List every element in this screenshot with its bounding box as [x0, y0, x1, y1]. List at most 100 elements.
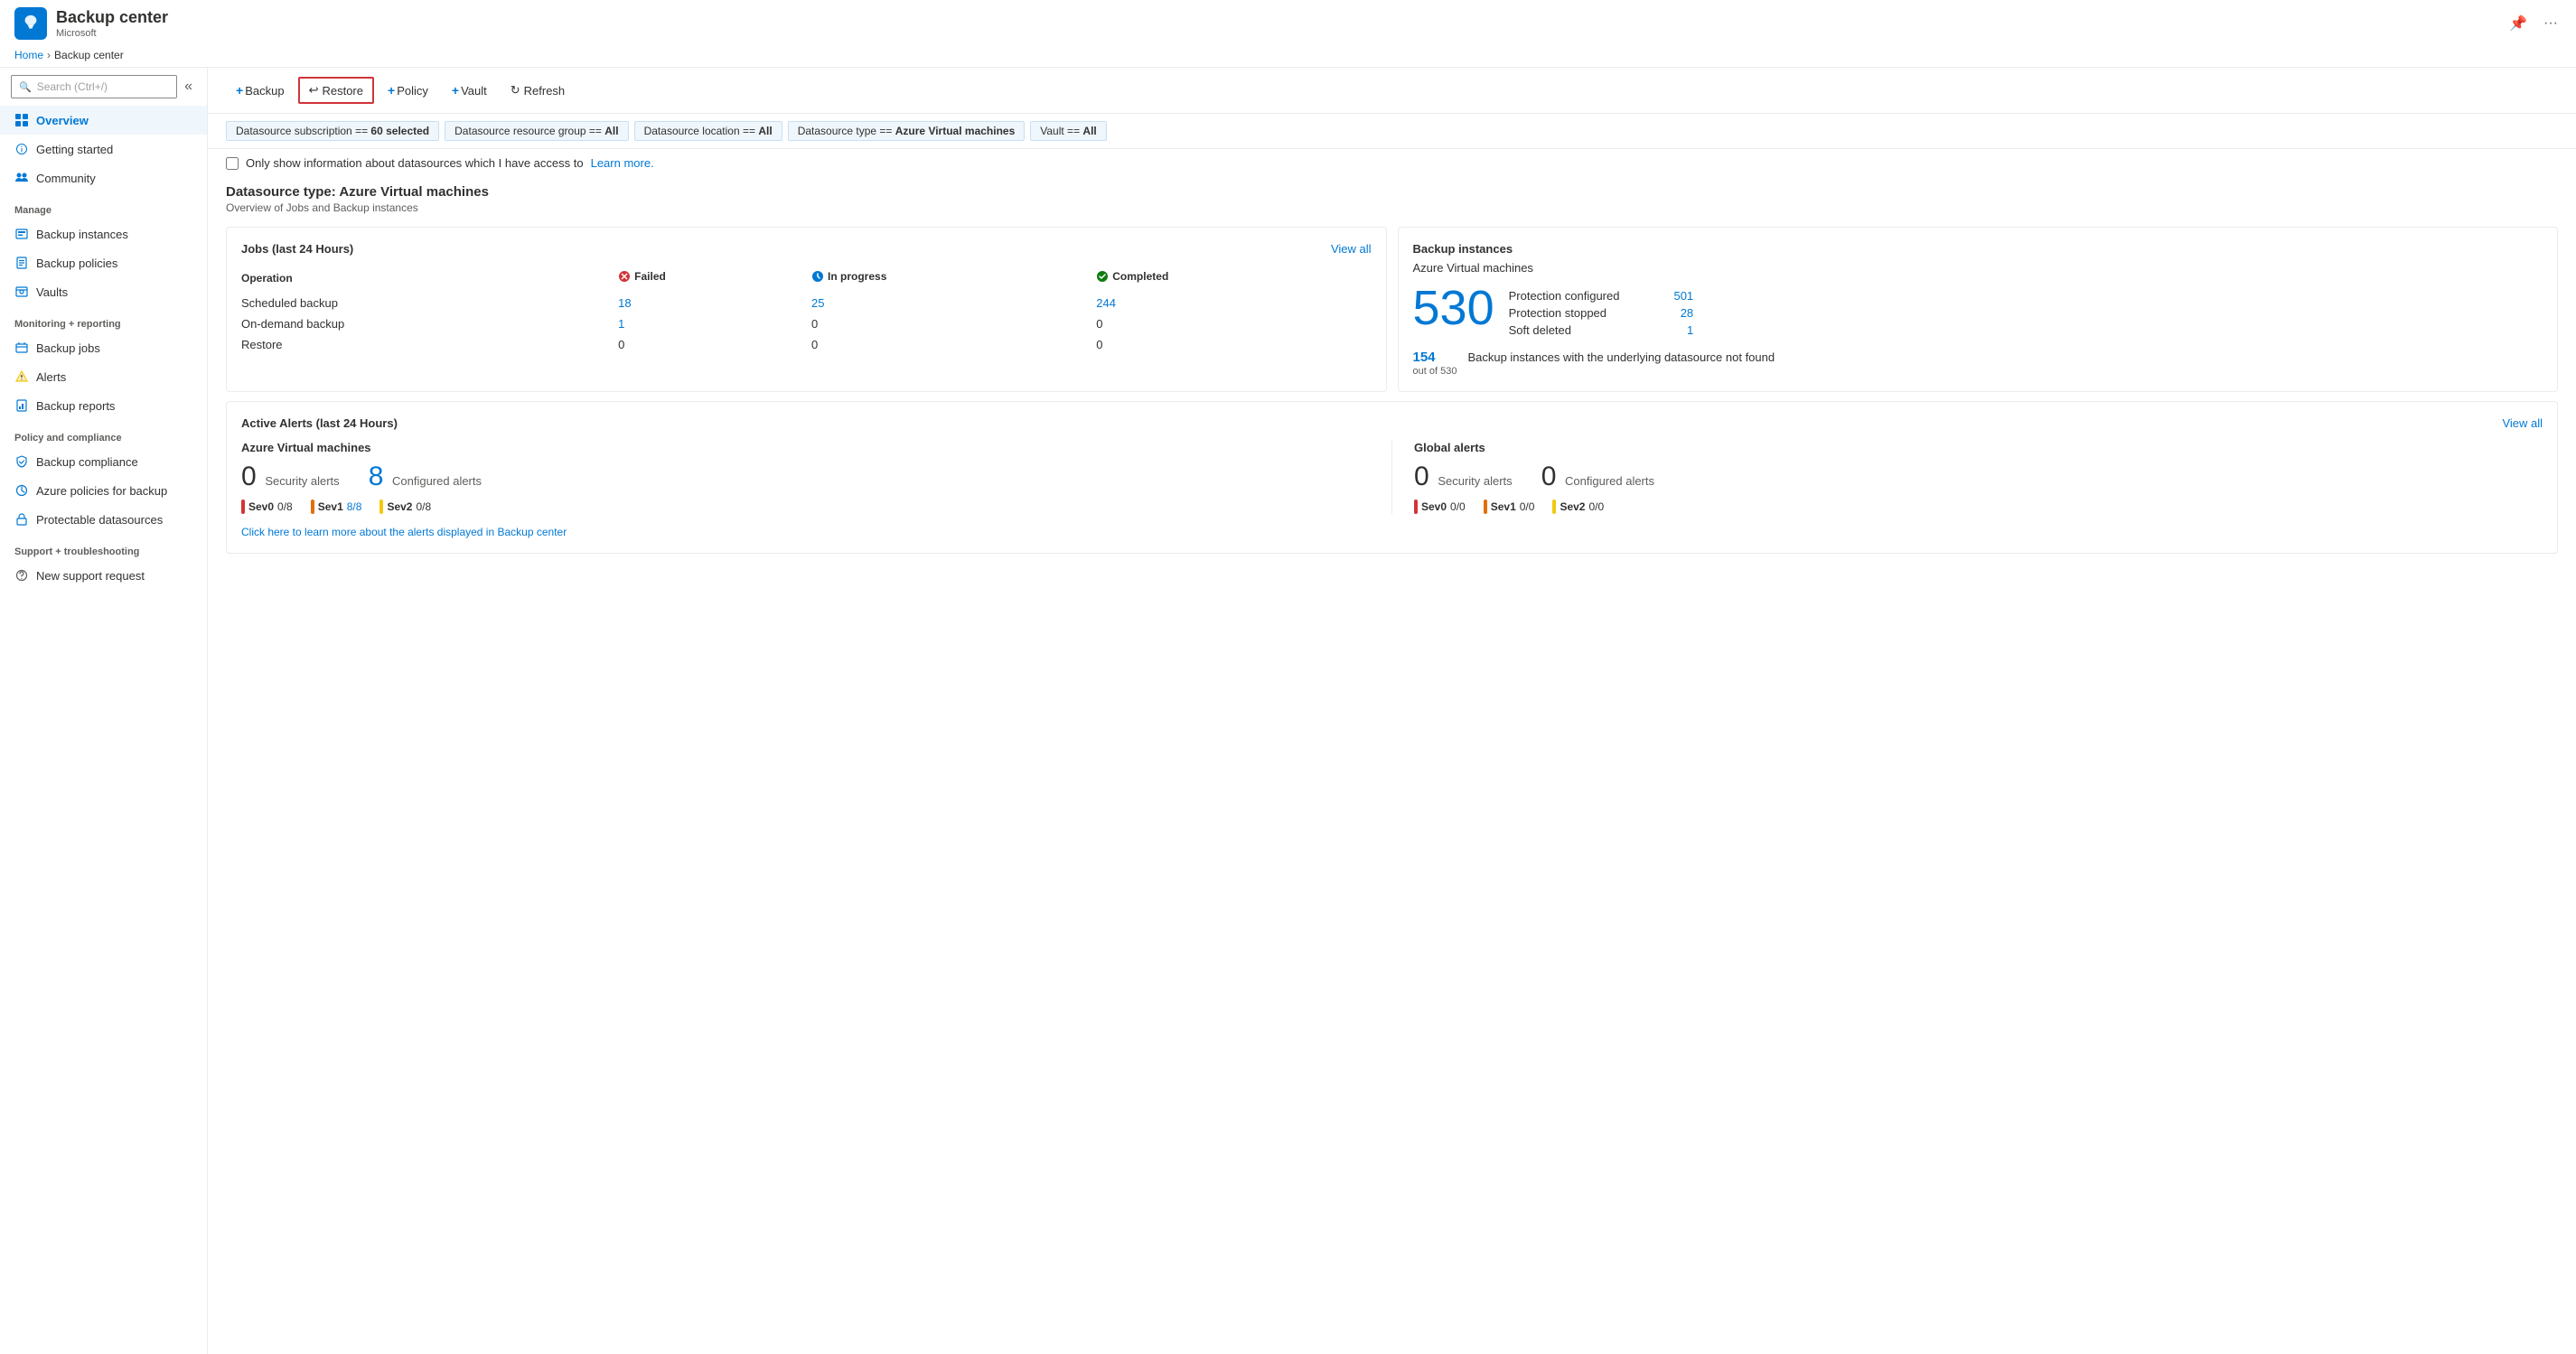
bi-stats-right: Protection configured 501 Protection sto…	[1509, 284, 1694, 337]
job-failed-ondemand[interactable]: 1	[618, 313, 811, 334]
job-op-restore: Restore	[241, 334, 618, 355]
global-sev1-bar	[1484, 500, 1487, 514]
alerts-info-link[interactable]: Click here to learn more about the alert…	[241, 526, 567, 538]
community-icon	[14, 171, 29, 185]
azure-alert-summary: 0 Security alerts 8 Configured alerts	[241, 463, 1370, 490]
global-sev0-value: 0/0	[1450, 500, 1466, 513]
sidebar-item-overview[interactable]: Overview	[0, 106, 207, 135]
sidebar-item-alerts[interactable]: Alerts	[0, 362, 207, 391]
job-failed-scheduled[interactable]: 18	[618, 293, 811, 313]
filter-chip-subscription[interactable]: Datasource subscription == 60 selected	[226, 121, 439, 141]
bi-underlying-count[interactable]: 154	[1413, 350, 1457, 366]
global-sev0-bar	[1414, 500, 1418, 514]
filter-chip-resource-group[interactable]: Datasource resource group == All	[445, 121, 628, 141]
monitoring-section-header: Monitoring + reporting	[0, 306, 207, 333]
azure-policies-icon	[14, 483, 29, 498]
pin-button[interactable]: 📌	[2506, 11, 2531, 36]
azure-sev1-value[interactable]: 8/8	[347, 500, 362, 513]
azure-sev2: Sev2 0/8	[379, 500, 431, 514]
job-completed-scheduled[interactable]: 244	[1096, 293, 1371, 313]
jobs-row-ondemand: On-demand backup 1 0 0	[241, 313, 1372, 334]
plus-icon-backup: +	[236, 83, 243, 98]
policy-button[interactable]: + Policy	[378, 78, 438, 103]
job-inprogress-ondemand: 0	[811, 313, 1096, 334]
app-icon	[14, 7, 47, 40]
breadcrumb-home[interactable]: Home	[14, 49, 43, 61]
sidebar-item-community[interactable]: Community	[0, 163, 207, 192]
jobs-view-all-link[interactable]: View all	[1331, 242, 1372, 256]
backup-compliance-icon	[14, 454, 29, 469]
policy-section-header: Policy and compliance	[0, 420, 207, 447]
azure-configured-count: 8	[369, 462, 384, 491]
sidebar-item-getting-started[interactable]: Getting started	[0, 135, 207, 163]
jobs-card-title: Jobs (last 24 Hours)	[241, 242, 353, 256]
global-security-count: 0	[1414, 462, 1429, 491]
sev2-bar	[379, 500, 383, 514]
sidebar-item-label-backup-instances: Backup instances	[36, 228, 128, 241]
app-title-block: Backup center Microsoft	[56, 8, 168, 39]
section-subtitle: Overview of Jobs and Backup instances	[226, 201, 2558, 214]
alerts-cols: Azure Virtual machines 0 Security alerts…	[241, 441, 2543, 514]
vault-button[interactable]: + Vault	[442, 78, 497, 103]
plus-icon-vault: +	[452, 83, 459, 98]
sidebar-item-azure-policies[interactable]: Azure policies for backup	[0, 476, 207, 505]
global-alerts-col-title: Global alerts	[1414, 441, 2543, 454]
jobs-row-restore: Restore 0 0 0	[241, 334, 1372, 355]
sev1-bar	[311, 500, 314, 514]
support-icon	[14, 568, 29, 583]
filter-chip-location[interactable]: Datasource location == All	[634, 121, 782, 141]
breadcrumb-sep: ›	[47, 49, 51, 61]
search-box[interactable]: 🔍 Search (Ctrl+/)	[11, 75, 177, 98]
sidebar-item-backup-jobs[interactable]: Backup jobs	[0, 333, 207, 362]
access-checkbox[interactable]	[226, 157, 239, 170]
support-section-header: Support + troubleshooting	[0, 534, 207, 561]
bi-total[interactable]: 530	[1413, 284, 1494, 332]
more-options-button[interactable]: ···	[2540, 12, 2562, 35]
search-placeholder: Search (Ctrl+/)	[37, 80, 108, 93]
checkbox-row: Only show information about datasources …	[208, 149, 2576, 177]
bi-underlying-label: out of 530	[1413, 366, 1457, 377]
sidebar-item-backup-policies[interactable]: Backup policies	[0, 248, 207, 277]
collapse-sidebar-button[interactable]: «	[181, 77, 196, 97]
sidebar-item-label-backup-reports: Backup reports	[36, 399, 115, 413]
restore-button[interactable]: ↩ Restore	[298, 77, 374, 104]
job-completed-ondemand: 0	[1096, 313, 1371, 334]
sidebar-item-label-backup-jobs: Backup jobs	[36, 341, 100, 355]
sidebar-item-backup-instances[interactable]: Backup instances	[0, 219, 207, 248]
global-configured-label: Configured alerts	[1565, 474, 1654, 488]
protection-stopped-value[interactable]: 28	[1681, 306, 1693, 320]
sidebar-item-protectable[interactable]: Protectable datasources	[0, 505, 207, 534]
sidebar: 🔍 Search (Ctrl+/) « Overview Getting sta…	[0, 68, 208, 1354]
job-inprogress-scheduled[interactable]: 25	[811, 293, 1096, 313]
refresh-button[interactable]: ↻ Refresh	[501, 78, 575, 103]
global-sev1-value: 0/0	[1520, 500, 1535, 513]
filter-chip-vault[interactable]: Vault == All	[1030, 121, 1107, 141]
protectable-icon	[14, 512, 29, 527]
plus-icon-policy: +	[388, 83, 395, 98]
sidebar-item-backup-reports[interactable]: Backup reports	[0, 391, 207, 420]
soft-deleted-label: Soft deleted	[1509, 323, 1571, 337]
global-sev-row: Sev0 0/0 Sev1 0/0 Sev2 0/0	[1414, 500, 2543, 514]
alerts-divider	[1391, 441, 1392, 514]
sidebar-item-vaults[interactable]: Vaults	[0, 277, 207, 306]
backup-button[interactable]: + Backup	[226, 78, 295, 103]
alerts-card-title: Active Alerts (last 24 Hours)	[241, 416, 398, 430]
global-configured-count: 0	[1541, 462, 1557, 491]
cards-row: Jobs (last 24 Hours) View all Operation	[208, 218, 2576, 401]
global-sev2: Sev2 0/0	[1552, 500, 1604, 514]
global-security-label: Security alerts	[1438, 474, 1512, 488]
sidebar-item-label-backup-compliance: Backup compliance	[36, 455, 138, 469]
backup-instances-card: Backup instances Azure Virtual machines …	[1398, 227, 2559, 392]
sidebar-item-backup-compliance[interactable]: Backup compliance	[0, 447, 207, 476]
col-completed: Completed	[1096, 266, 1371, 293]
soft-deleted-value[interactable]: 1	[1687, 323, 1693, 337]
sidebar-item-label-overview: Overview	[36, 114, 89, 127]
job-op-scheduled: Scheduled backup	[241, 293, 618, 313]
filter-chip-type[interactable]: Datasource type == Azure Virtual machine…	[788, 121, 1026, 141]
protection-configured-value[interactable]: 501	[1673, 289, 1693, 303]
alerts-card: Active Alerts (last 24 Hours) View all A…	[226, 401, 2558, 554]
alerts-view-all-link[interactable]: View all	[2502, 416, 2543, 430]
sidebar-item-new-support[interactable]: New support request	[0, 561, 207, 590]
global-security-block: 0 Security alerts	[1414, 463, 1513, 490]
learn-more-link[interactable]: Learn more.	[591, 156, 654, 170]
